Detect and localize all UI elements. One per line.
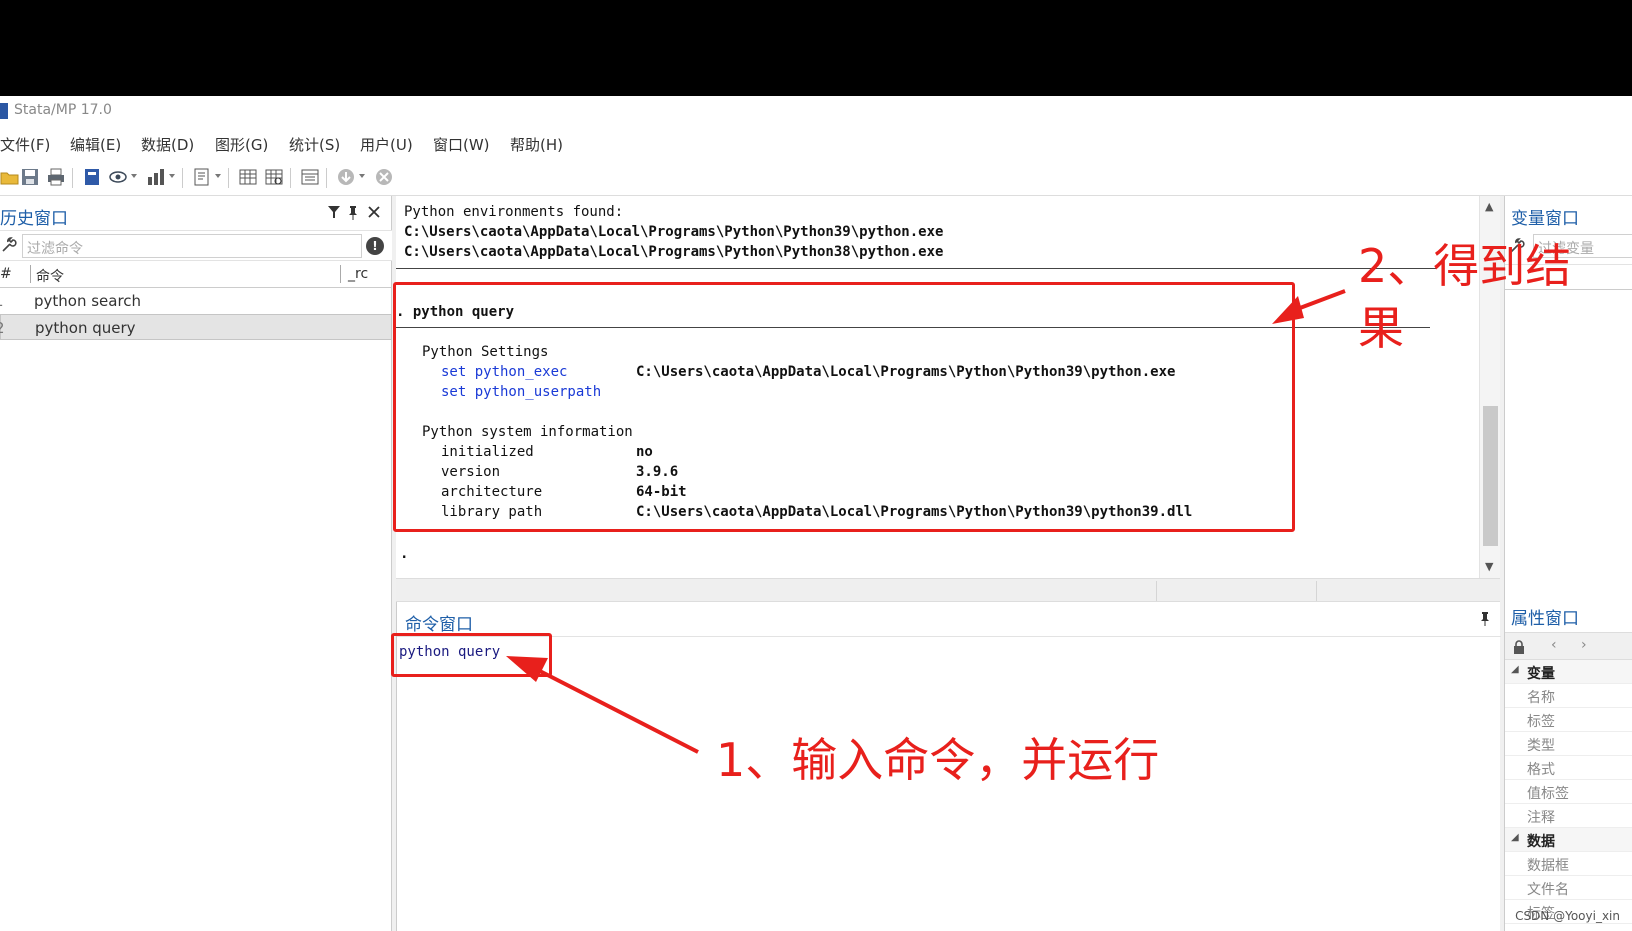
properties-panel-title: 属性窗口 (1511, 609, 1579, 629)
close-icon[interactable] (368, 206, 380, 218)
graph-bar-icon[interactable] (146, 167, 166, 187)
chevron-down-icon[interactable] (215, 174, 221, 178)
results-prompt: . (400, 546, 409, 562)
results-separator (396, 268, 1436, 269)
properties-panel: 属性窗口 ‹ › ◢ 变量 名称 标签 类型 格式 值标签 注释 ◢ 数据 数据… (1504, 596, 1632, 931)
history-row-number: 1 (0, 292, 4, 310)
property-item[interactable]: 注释 (1505, 804, 1632, 828)
menu-data[interactable]: 数据(D) (141, 134, 194, 155)
history-panel: 历史窗口 过滤命令 ! # 命令 _rc 1 python search 2 p… (0, 196, 392, 931)
menu-bar: 文件(F) 编辑(E) 数据(D) 图形(G) 统计(S) 用户(U) 窗口(W… (0, 126, 1632, 160)
menu-edit[interactable]: 编辑(E) (70, 134, 121, 155)
more-down-arrow-icon[interactable] (336, 167, 356, 187)
annotation-command-box (391, 633, 552, 677)
chevron-right-icon[interactable]: › (1581, 637, 1587, 653)
history-panel-title: 历史窗口 (0, 209, 68, 229)
property-item[interactable]: 名称 (1505, 684, 1632, 708)
stata-app-icon (0, 103, 8, 119)
property-item[interactable]: 值标签 (1505, 780, 1632, 804)
chevron-down-icon[interactable] (131, 174, 137, 178)
variables-panel-title: 变量窗口 (1511, 209, 1579, 229)
watermark: CSDN @Yooyi_xin (1515, 909, 1620, 923)
scroll-up-icon[interactable]: ▲ (1485, 200, 1493, 213)
toolbar-separator (290, 168, 291, 188)
property-item[interactable]: 标签 (1505, 708, 1632, 732)
chevron-down-icon[interactable] (359, 174, 365, 178)
history-filter-bar: 过滤命令 ! (0, 230, 392, 260)
lock-icon[interactable] (1513, 640, 1525, 654)
column-header-rc[interactable]: _rc (348, 266, 368, 282)
menu-file[interactable]: 文件(F) (0, 134, 50, 155)
toolbar-separator (182, 168, 183, 188)
chevron-left-icon[interactable]: ‹ (1551, 637, 1557, 653)
save-icon[interactable] (20, 167, 40, 187)
menu-window[interactable]: 窗口(W) (433, 134, 490, 155)
stata-window: Stata/MP 17.0 文件(F) 编辑(E) 数据(D) 图形(G) 统计… (0, 96, 1632, 931)
chevron-down-icon[interactable] (169, 174, 175, 178)
variables-manager-icon[interactable] (300, 167, 320, 187)
column-header-command[interactable]: 命令 (36, 266, 64, 286)
title-bar: Stata/MP 17.0 (0, 96, 1632, 126)
property-item[interactable]: 类型 (1505, 732, 1632, 756)
wrench-icon (2, 237, 17, 252)
scroll-down-icon[interactable]: ▼ (1485, 560, 1493, 573)
annotation-step2-text-continued: 果 (1358, 301, 1404, 355)
do-file-editor-icon[interactable] (192, 167, 212, 187)
break-stop-icon[interactable] (374, 167, 394, 187)
viewer-eye-icon[interactable] (108, 167, 128, 187)
collapse-triangle-icon[interactable]: ◢ (1511, 832, 1519, 843)
command-window-title: 命令窗口 (405, 615, 473, 635)
menu-statistics[interactable]: 统计(S) (289, 134, 340, 155)
results-status-strip (396, 578, 1500, 602)
property-group-data[interactable]: ◢ 数据 (1505, 828, 1632, 852)
open-folder-icon[interactable] (0, 167, 20, 187)
results-header: Python environments found: (404, 204, 624, 220)
properties-toolbar: ‹ › (1505, 632, 1632, 660)
pin-icon[interactable] (1479, 612, 1491, 626)
annotation-step2-text: 2、得到结 (1358, 239, 1572, 293)
column-header-number[interactable]: # (0, 266, 12, 282)
window-title: Stata/MP 17.0 (14, 102, 112, 118)
property-item[interactable]: 格式 (1505, 756, 1632, 780)
history-row-command: python search (34, 292, 142, 310)
toolbar (0, 160, 1632, 196)
toolbar-separator (228, 168, 229, 188)
print-icon[interactable] (46, 167, 66, 187)
pin-icon[interactable] (347, 206, 359, 220)
history-row-command: python query (35, 319, 136, 337)
history-column-header: # 命令 _rc (0, 260, 392, 288)
collapse-triangle-icon[interactable]: ◢ (1511, 664, 1519, 675)
env-path-line: C:\Users\caota\AppData\Local\Programs\Py… (404, 224, 944, 240)
toolbar-separator (72, 168, 73, 188)
toolbar-separator (326, 168, 327, 188)
menu-graphics[interactable]: 图形(G) (215, 134, 268, 155)
history-row-number: 2 (0, 319, 5, 337)
data-browser-icon[interactable] (264, 167, 284, 187)
property-item[interactable]: 数据框 (1505, 852, 1632, 876)
history-row-selected[interactable]: 2 python query (0, 314, 392, 340)
annotation-result-box (393, 282, 1295, 532)
data-editor-icon[interactable] (238, 167, 258, 187)
history-row[interactable]: 1 python search (0, 288, 392, 314)
menu-help[interactable]: 帮助(H) (510, 134, 563, 155)
log-icon[interactable] (82, 167, 102, 187)
annotation-step1-text: 1、输入命令，并运行 (716, 733, 1160, 787)
property-item[interactable]: 文件名 (1505, 876, 1632, 900)
property-group-variable[interactable]: ◢ 变量 (1505, 660, 1632, 684)
menu-user[interactable]: 用户(U) (360, 134, 413, 155)
filter-funnel-icon[interactable] (328, 206, 340, 218)
exclamation-icon: ! (366, 237, 384, 255)
history-filter-input[interactable]: 过滤命令 (22, 234, 362, 258)
env-path-line: C:\Users\caota\AppData\Local\Programs\Py… (404, 244, 944, 260)
scrollbar-thumb[interactable] (1483, 406, 1498, 546)
